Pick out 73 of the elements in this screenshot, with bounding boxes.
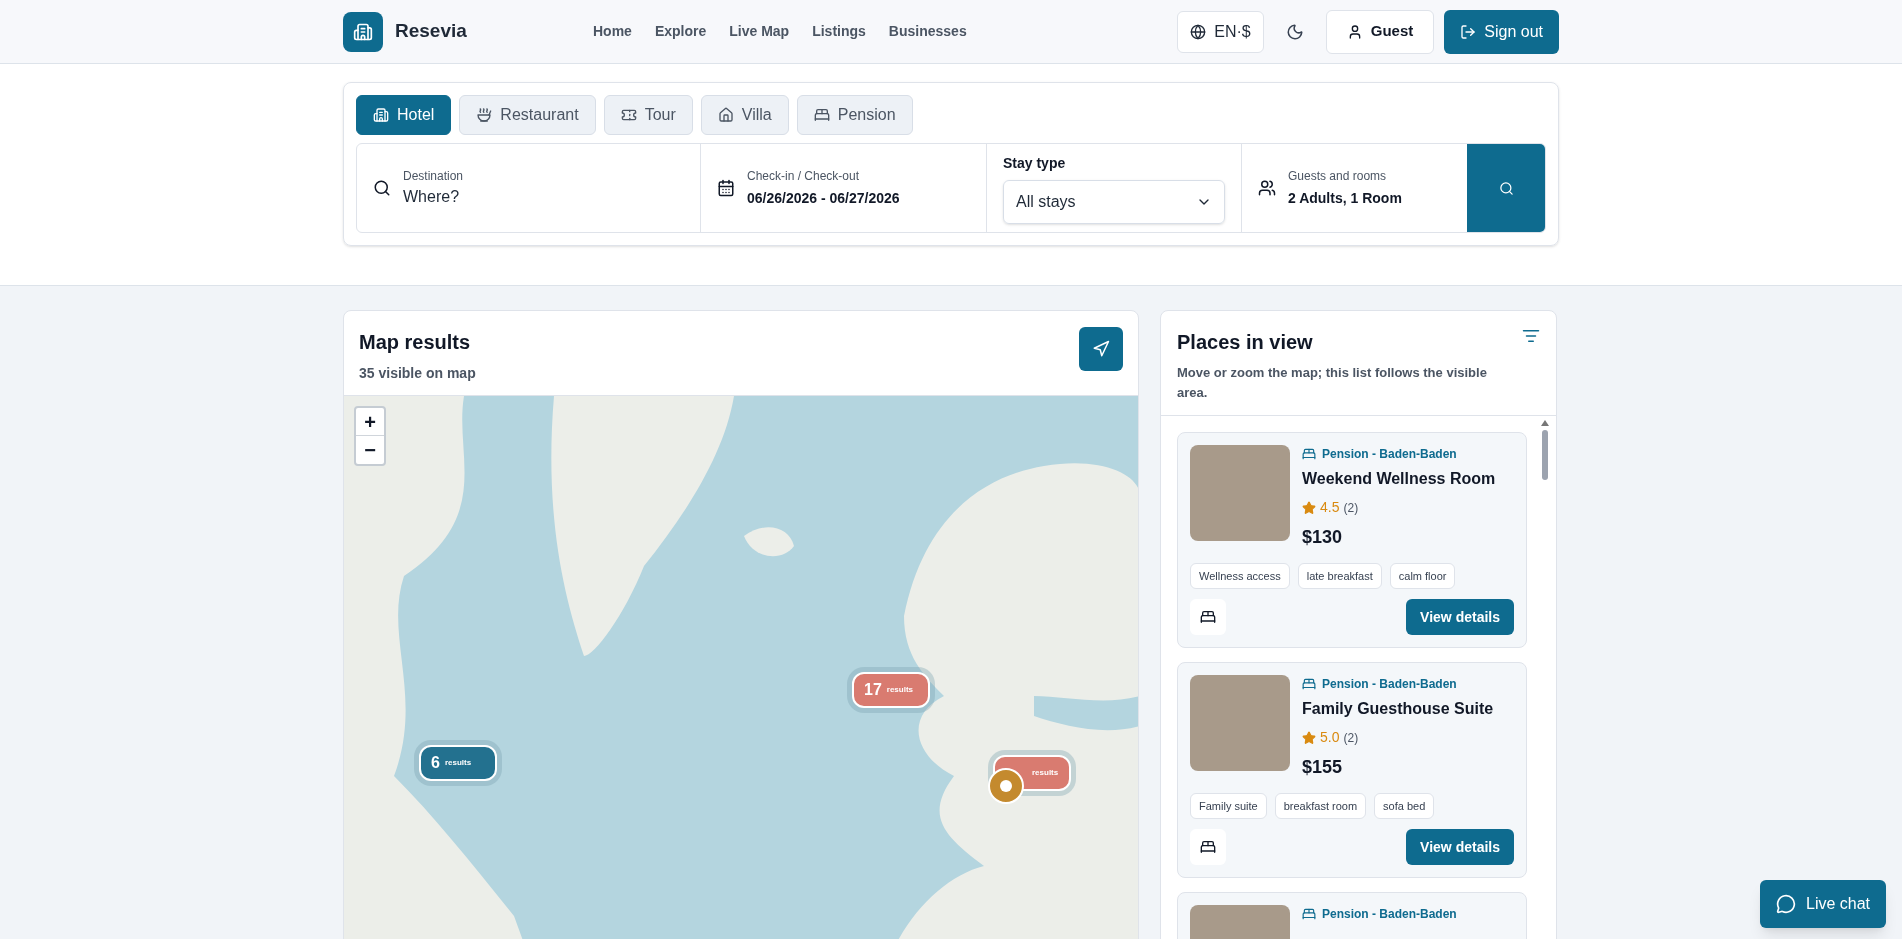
nav-link[interactable]: Home <box>593 21 632 42</box>
amenity-tag: Family suite <box>1190 793 1267 819</box>
panel-description: Move or zoom the map; this list follows the visible area. <box>1177 364 1488 402</box>
price: $130 <box>1302 526 1344 549</box>
zoom-out-button[interactable]: − <box>356 436 384 464</box>
ticket-icon <box>620 107 637 123</box>
place-title: Family Guesthouse Suite <box>1302 699 1494 719</box>
map-title: Map results <box>359 330 472 355</box>
star-icon <box>1302 500 1316 515</box>
house-icon <box>717 107 734 123</box>
chat-bubble-icon <box>1776 894 1796 914</box>
sign-out-icon <box>1460 23 1477 40</box>
field-label: Guests and rooms <box>1288 168 1388 185</box>
bed-icon <box>813 107 830 123</box>
guests-rooms-value[interactable]: 2 Adults, 1 Room <box>1288 188 1402 209</box>
star-icon <box>1302 730 1316 745</box>
moon-icon <box>1285 22 1304 41</box>
place-category: Pension - Baden-Baden <box>1322 906 1457 923</box>
amenity-tag: breakfast room <box>1274 793 1367 819</box>
zoom-in-button[interactable]: + <box>356 408 384 436</box>
amenity-tag: late breakfast <box>1297 563 1382 589</box>
bed-icon <box>1302 677 1316 691</box>
users-icon <box>1258 179 1276 197</box>
sign-out-button[interactable]: Sign out <box>1444 9 1559 54</box>
bed-icon <box>1200 839 1216 855</box>
destination-field[interactable]: Where? <box>403 185 603 209</box>
filter-icon[interactable] <box>1522 327 1540 345</box>
bed-icon <box>1302 907 1316 921</box>
category-tab[interactable]: Pension <box>796 95 913 135</box>
place-title: Weekend Wellness Room <box>1302 469 1496 489</box>
view-details-button[interactable]: View details <box>1406 599 1514 635</box>
search-icon <box>373 179 391 197</box>
stay-type-select[interactable]: All stays <box>1003 179 1225 224</box>
locate-button[interactable] <box>1079 327 1123 371</box>
bed-icon <box>1200 609 1216 625</box>
category-tab[interactable]: Villa <box>700 95 789 135</box>
calendar-icon <box>717 179 735 197</box>
field-label: Stay type <box>1003 153 1067 173</box>
bed-icon <box>1302 447 1316 461</box>
search-icon <box>1498 180 1514 196</box>
review-count: (2) <box>1343 499 1359 517</box>
field-label: Destination <box>403 168 465 185</box>
logo-icon <box>343 11 383 52</box>
category-tab[interactable]: Restaurant <box>459 95 596 135</box>
category-tab[interactable]: Tour <box>603 95 693 135</box>
map-subtitle: 35 visible on map <box>359 364 476 383</box>
place-category: Pension - Baden-Baden <box>1322 676 1457 693</box>
guest-button[interactable]: Guest <box>1325 9 1435 54</box>
place-category: Pension - Baden-Baden <box>1322 446 1457 463</box>
rating-value: 4.5 <box>1320 498 1340 517</box>
nav-link[interactable]: Live Map <box>729 21 790 42</box>
panel-title: Places in view <box>1177 330 1314 355</box>
review-count: (2) <box>1343 729 1359 747</box>
nav-link[interactable]: Businesses <box>888 21 967 42</box>
brand-name: Resevia <box>395 19 467 44</box>
price: $155 <box>1302 756 1344 779</box>
bowl-icon <box>476 107 493 123</box>
result-cluster-marker[interactable]: 6 results <box>419 745 497 781</box>
amenity-tag: calm floor <box>1389 563 1456 589</box>
language-currency-button[interactable]: EN·$ <box>1177 10 1264 53</box>
amenity-tag: sofa bed <box>1374 793 1435 819</box>
nav-link[interactable]: Listings <box>812 21 866 42</box>
category-tab[interactable]: Hotel <box>356 95 452 135</box>
nav-link[interactable]: Explore <box>654 21 707 42</box>
globe-icon <box>1190 23 1207 40</box>
date-range-value[interactable]: 06/26/2026 - 06/27/2026 <box>747 188 900 209</box>
navigation-arrow-icon <box>1092 340 1110 358</box>
amenity-tag: Wellness access <box>1190 563 1290 589</box>
view-details-button[interactable]: View details <box>1406 829 1514 865</box>
live-chat-button[interactable]: Live chat <box>1760 880 1887 928</box>
building-icon <box>373 107 389 123</box>
field-label: Check-in / Check-out <box>747 168 861 185</box>
rating-value: 5.0 <box>1320 728 1340 747</box>
